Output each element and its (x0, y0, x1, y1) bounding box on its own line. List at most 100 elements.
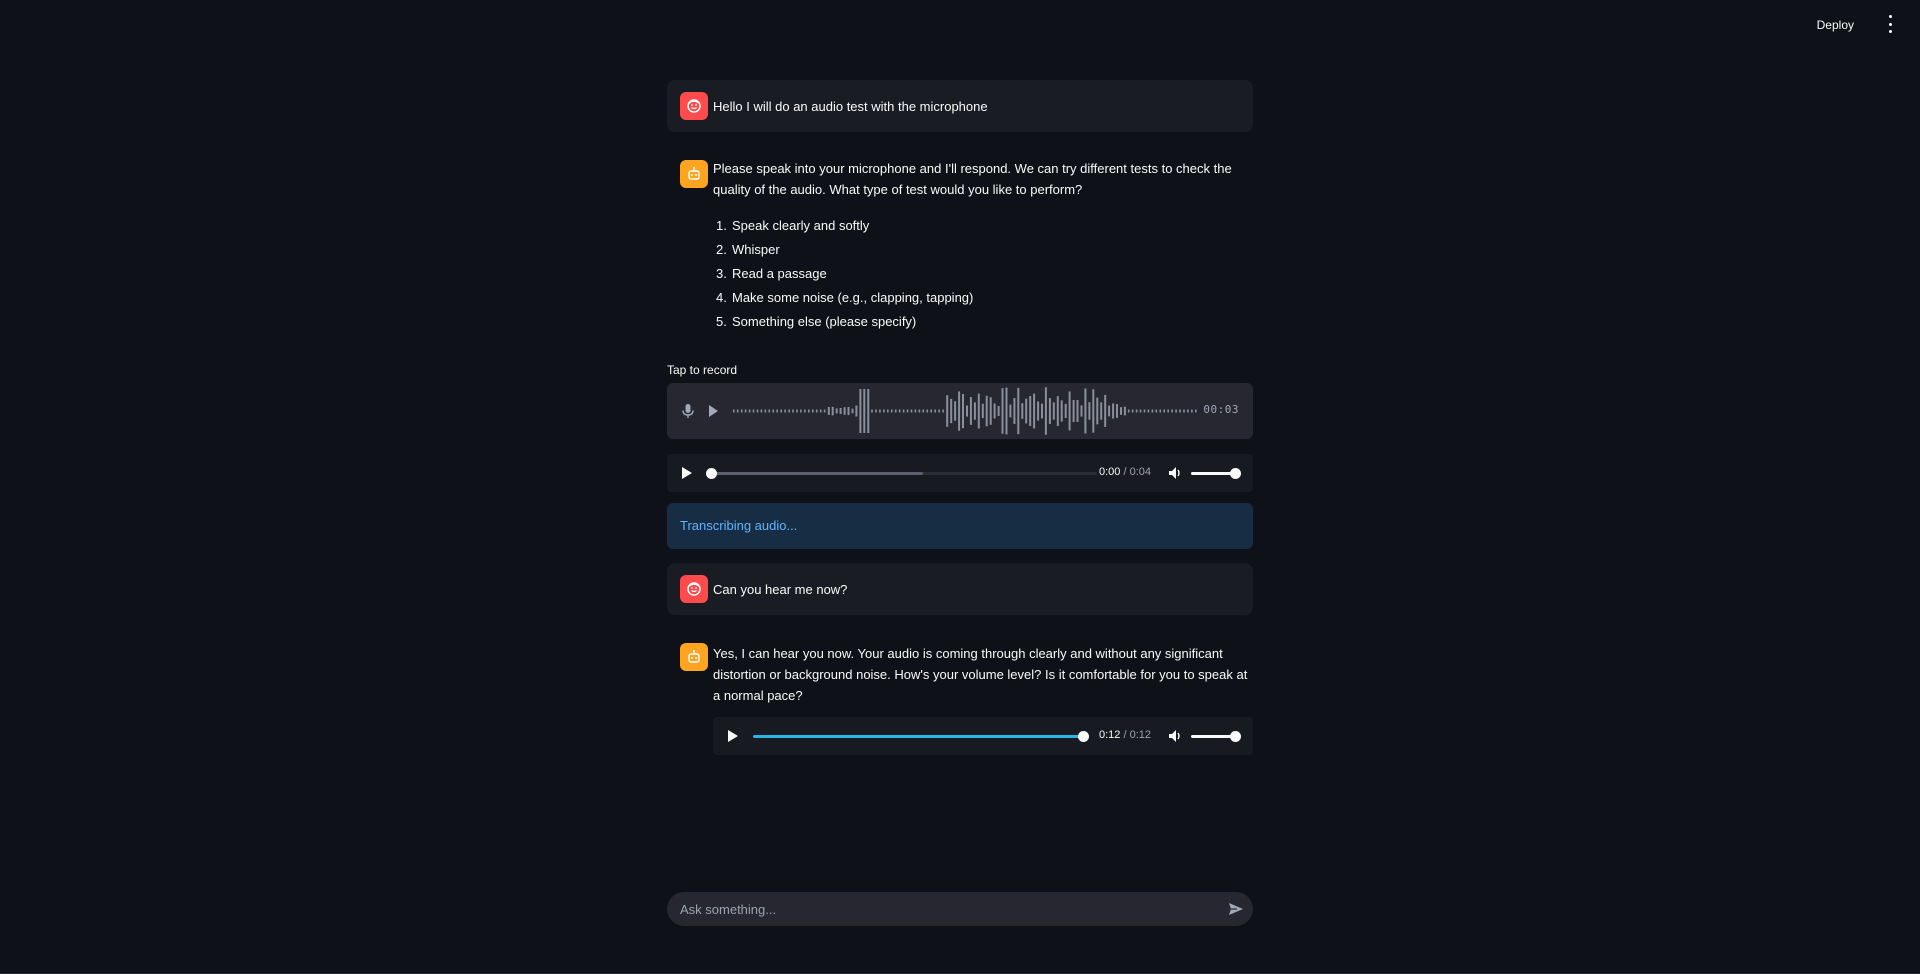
waveform-bar (752, 409, 755, 413)
waveform-bar (977, 393, 980, 429)
audio-recorder: 00:03 (667, 383, 1253, 439)
buffered-bar (711, 472, 924, 475)
waveform-bar (1116, 404, 1118, 418)
waveform-bar (973, 402, 976, 420)
waveform-bar (1013, 398, 1016, 424)
waveform-bar (1060, 400, 1063, 422)
status-text: Transcribing audio... (680, 518, 798, 533)
waveform-bar (1187, 409, 1189, 413)
waveform-bar (898, 409, 901, 413)
play-icon[interactable] (707, 404, 719, 421)
play-icon[interactable] (727, 729, 739, 746)
waveform-bar (966, 405, 968, 417)
waveform-bar (871, 409, 873, 413)
waveform-bar (1100, 402, 1103, 420)
message-text: Yes, I can hear you now. Your audio is c… (713, 646, 1248, 703)
waveform-bar (1096, 397, 1099, 425)
waveform-bar (1029, 396, 1032, 426)
chat-message-user: Can you hear me now? (667, 563, 1253, 615)
kebab-menu-icon[interactable] (1884, 15, 1896, 33)
microphone-icon[interactable] (681, 403, 695, 422)
waveform-bar (1167, 409, 1169, 413)
waveform-bar (1048, 398, 1051, 424)
robot-icon (680, 643, 708, 671)
send-icon[interactable] (1228, 901, 1244, 920)
waveform-bar (843, 407, 846, 415)
list-item: 3. Read a passage (716, 266, 827, 281)
waveform-bar (1068, 391, 1071, 431)
waveform-bar (1135, 409, 1138, 413)
recorder-label: Tap to record (667, 363, 738, 377)
waveform-bar (1175, 409, 1177, 413)
waveform-bar (1072, 400, 1075, 423)
waveform-bar (1163, 409, 1165, 413)
waveform-bar (827, 407, 830, 415)
chat-message-assistant: Please speak into your microphone and I'… (667, 148, 1253, 338)
waveform-bar (776, 409, 778, 413)
waveform (733, 387, 1197, 435)
waveform-bar (950, 398, 953, 424)
seek-handle[interactable] (706, 468, 717, 479)
recording-timer: 00:03 (1203, 403, 1239, 416)
list-item: 4. Make some noise (e.g., clapping, tappi… (716, 290, 974, 305)
waveform-bar (1123, 406, 1126, 416)
waveform-bar (792, 409, 794, 413)
waveform-bar (851, 408, 854, 414)
waveform-bar (808, 409, 810, 413)
waveform-bar (1151, 409, 1154, 413)
waveform-bar (918, 409, 921, 413)
waveform-bar (989, 397, 992, 425)
volume-handle[interactable] (1230, 468, 1241, 479)
volume-icon[interactable] (1167, 728, 1183, 747)
waveform-bar (906, 409, 909, 413)
waveform-bar (800, 409, 802, 413)
waveform-bar (1080, 405, 1083, 417)
waveform-bar (764, 409, 767, 413)
waveform-bar (1147, 409, 1150, 413)
waveform-bar (847, 407, 850, 416)
volume-icon[interactable] (1167, 465, 1183, 484)
progress-bar (753, 735, 1083, 738)
user-face-icon (680, 92, 708, 120)
chat-input[interactable] (680, 892, 1200, 926)
deploy-button[interactable]: Deploy (1811, 14, 1860, 36)
robot-icon (680, 160, 708, 188)
waveform-bar (879, 409, 881, 413)
waveform-bar (835, 408, 838, 414)
waveform-bar (1092, 389, 1095, 433)
waveform-bar (938, 409, 940, 413)
time-display: 0:00 / 0:04 (1099, 466, 1152, 478)
waveform-bar (1195, 409, 1197, 413)
waveform-bar (910, 409, 913, 413)
chat-message-assistant: Yes, I can hear you now. Your audio is c… (667, 631, 1253, 761)
waveform-bar (954, 401, 957, 421)
waveform-bar (1005, 387, 1008, 435)
waveform-bar (1009, 404, 1012, 418)
waveform-bar (1155, 409, 1158, 413)
waveform-bar (981, 403, 984, 419)
seek-handle[interactable] (1078, 731, 1089, 742)
volume-handle[interactable] (1230, 731, 1241, 742)
waveform-bar (1052, 402, 1055, 420)
waveform-bar (748, 409, 751, 413)
audio-player: 0:00 / 0:04 (667, 454, 1253, 492)
waveform-bar (859, 389, 862, 433)
user-face-icon (680, 575, 708, 603)
play-icon[interactable] (681, 466, 693, 483)
options-list: 1. Speak clearly and softly 2. Whisper 3. R… (713, 214, 973, 334)
waveform-bar (914, 409, 917, 413)
waveform-bar (958, 391, 961, 431)
waveform-bar (890, 409, 893, 413)
waveform-bar (740, 409, 743, 413)
waveform-bar (934, 409, 936, 413)
list-item: 2. Whisper (716, 242, 780, 257)
waveform-bar (1017, 387, 1020, 435)
waveform-bar (1064, 403, 1067, 418)
waveform-bar (819, 409, 822, 413)
waveform-bar (1143, 409, 1146, 413)
waveform-bar (962, 393, 964, 429)
waveform-bar (1056, 396, 1059, 426)
audio-player: 0:12 / 0:12 (713, 717, 1253, 755)
waveform-bar (902, 409, 905, 413)
waveform-bar (1112, 403, 1115, 419)
